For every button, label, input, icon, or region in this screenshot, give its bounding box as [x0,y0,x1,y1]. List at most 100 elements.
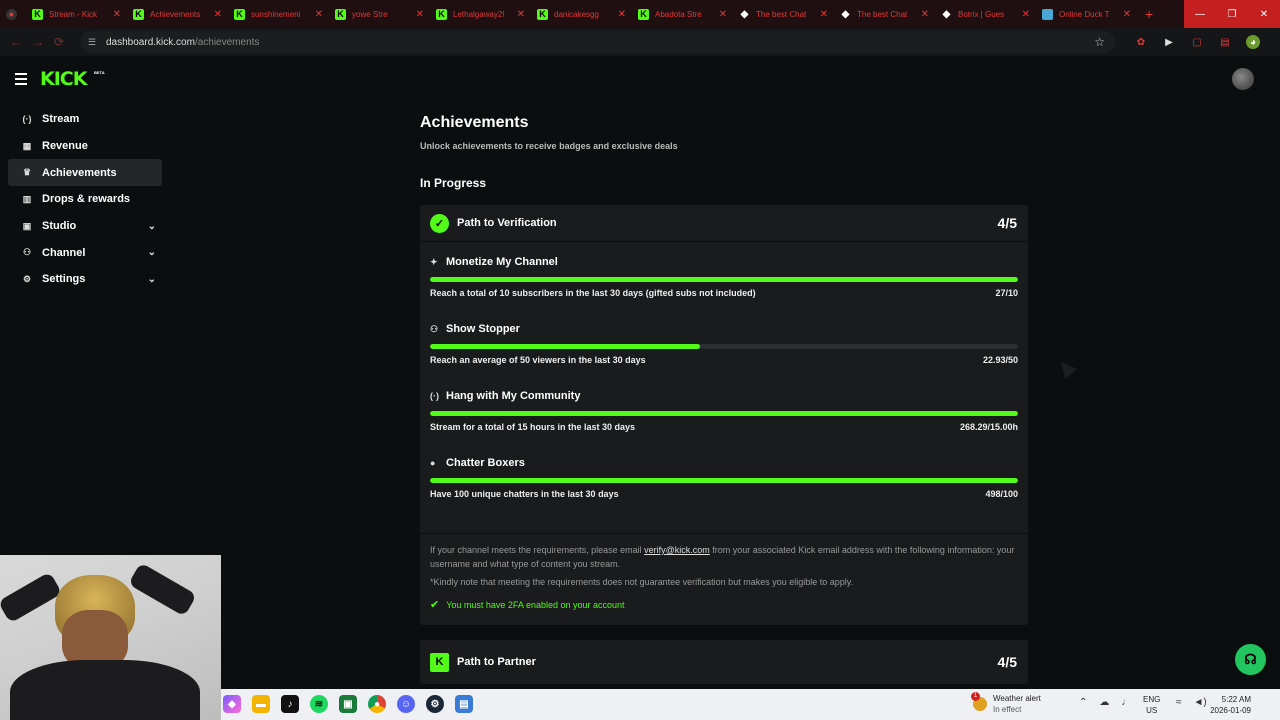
browser-tab[interactable]: Kyowe Stre ✕ [329,0,430,28]
browser-tab[interactable]: Kdanicakesgg ✕ [531,0,632,28]
extension-icon[interactable]: ✿ [1134,35,1148,49]
extension-icon[interactable]: ▢ [1190,35,1204,49]
site-info-icon[interactable]: ☰ [88,37,98,48]
page-title: Achievements [420,114,529,131]
discord-icon[interactable]: ☺ [397,695,415,713]
kick-favicon-icon: K [537,8,548,20]
app-icon[interactable]: ▣ [339,695,357,713]
kick-favicon-icon: K [32,8,43,20]
task-description: Stream for a total of 15 hours in the la… [430,422,636,432]
microphone-icon[interactable]: ♩ [1121,697,1131,708]
sidebar-item-label: Revenue [42,140,88,153]
close-tab-icon[interactable]: ✕ [214,9,222,20]
close-window-icon[interactable]: ✕ [1248,0,1280,28]
browser-tab[interactable]: K Achievements ✕ [127,0,228,28]
chevron-down-icon[interactable]: ⌄ [148,221,156,232]
cloud-icon[interactable]: ☁ [1099,697,1109,708]
sidebar-item-drops-rewards[interactable]: ▥ Drops & rewards [8,186,162,213]
spotify-icon[interactable]: ≋ [310,695,328,713]
minimize-icon[interactable]: — [1184,0,1216,28]
browser-tab-label: The best Chat [756,9,807,19]
help-chat-button[interactable]: ☊ [1235,644,1266,675]
media-play-icon[interactable]: ▶ [1162,35,1176,49]
side-panel-icon[interactable]: ▤ [1218,35,1232,49]
progress-bar [430,277,1018,282]
sidebar-item-stream[interactable]: (·) Stream [8,106,162,133]
menu-icon[interactable] [15,73,27,88]
sidebar-item-achievements[interactable]: ♛ Achievements [8,159,162,187]
chevron-down-icon[interactable]: ⌄ [148,247,156,258]
sidebar-item-channel[interactable]: ⚇ Channel ⌄ [8,239,162,266]
browser-tab[interactable]: ◆ The best Chat ✕ [733,0,834,28]
close-tab-icon[interactable]: ✕ [820,9,828,20]
users-icon: ⚇ [22,247,32,258]
browser-menu-tab[interactable]: ● [0,0,26,28]
browser-tab[interactable]: Online Duck T ✕ [1036,0,1137,28]
broadcast-icon: (·) [430,391,439,401]
task-title: Monetize My Channel [446,256,558,268]
browser-tab-label: Stream - Kick [49,9,98,19]
steam-icon[interactable]: ⚙ [426,695,444,713]
task-value: 22.93/50 [982,355,1018,365]
copilot-icon[interactable]: ◆ [223,695,241,713]
app-icon[interactable]: ▤ [455,695,473,713]
bookmark-star-icon[interactable]: ☆ [1094,35,1105,49]
progress-fill [430,344,700,349]
close-tab-icon[interactable]: ✕ [618,9,626,20]
tiktok-icon[interactable]: ♪ [281,695,299,713]
close-tab-icon[interactable]: ✕ [921,9,929,20]
sidebar-item-studio[interactable]: ▣ Studio ⌄ [8,213,162,240]
verification-card: ✓ Path to Verification 4/5 ✦ Monetize My … [420,205,1028,625]
close-tab-icon[interactable]: ✕ [1022,9,1030,20]
browser-tab[interactable]: ◆ Botrix | Gues ✕ [935,0,1036,28]
chevron-up-icon[interactable]: ⌃ [1079,697,1087,708]
browser-tab[interactable]: K Lethalgaway2l ✕ [430,0,531,28]
browser-tab[interactable]: ◆ The best Chat ✕ [834,0,935,28]
close-tab-icon[interactable]: ✕ [719,9,727,20]
close-tab-icon[interactable]: ✕ [1123,9,1131,20]
verification-card-header[interactable]: ✓ Path to Verification 4/5 [420,205,1028,242]
close-tab-icon[interactable]: ✕ [113,9,121,20]
task-title: Chatter Boxers [446,457,525,469]
clock[interactable]: 5:22 AM 2026-01-09 [1207,694,1251,716]
sidebar-item-label: Stream [42,113,80,126]
avatar[interactable] [1232,68,1254,90]
trophy-icon: ♛ [22,167,32,178]
wifi-icon[interactable]: ≈ [1176,697,1182,708]
forward-icon[interactable]: → [32,35,54,49]
url-path: /achievements [194,36,260,48]
browser-tab[interactable]: K Stream - Kick ✕ [26,0,127,28]
browser-tab[interactable]: Ksunshinemeni ✕ [228,0,329,28]
progress-bar [430,411,1018,416]
new-tab-icon[interactable]: + [1145,6,1153,22]
language-indicator[interactable]: ENG US [1143,694,1160,716]
profile-icon[interactable]: ◕ [1246,35,1260,49]
browser-tab[interactable]: K Abadota Stre ✕ [632,0,733,28]
partner-card-header[interactable]: K Path to Partner 4/5 [420,640,1028,684]
browser-tab-strip: ● K Stream - Kick ✕ K Achievements ✕ Ksunshine… [0,0,1280,28]
maximize-icon[interactable]: ❐ [1216,0,1248,28]
twofa-requirement: ✔ You must have 2FA enabled on your accou… [430,598,625,611]
task-value: 268.29/15.00h [959,422,1018,432]
close-tab-icon[interactable]: ✕ [315,9,323,20]
file-explorer-icon[interactable]: ▬ [252,695,270,713]
volume-icon[interactable]: ◄) [1194,697,1207,708]
weather-widget[interactable]: 1 Weather alert In effect [971,692,1041,715]
chrome-icon[interactable]: ● [368,695,386,713]
chevron-down-icon[interactable]: ⌄ [148,274,156,285]
sidebar-item-revenue[interactable]: ▦ Revenue [8,133,162,160]
browser-tab-label: Abadota Stre [655,9,702,19]
close-tab-icon[interactable]: ✕ [517,9,525,20]
address-bar: ← → ⟳ ☰ dashboard.kick.com/achievements … [0,28,1280,56]
kick-favicon-icon: K [133,8,144,20]
sidebar-item-settings[interactable]: ⚙ Settings ⌄ [8,266,162,293]
back-icon[interactable]: ← [10,35,32,49]
reload-icon[interactable]: ⟳ [54,35,76,49]
close-tab-icon[interactable]: ✕ [416,9,424,20]
url-field[interactable]: ☰ dashboard.kick.com/achievements ☆ [80,31,1115,53]
verify-email-link[interactable]: verify@kick.com [644,545,710,555]
kick-logo[interactable]: KICK [40,68,87,90]
browser-tab-label: Botrix | Gues [958,9,1005,19]
gift-icon: ▥ [22,193,32,204]
weather-status: In effect [993,705,1022,714]
